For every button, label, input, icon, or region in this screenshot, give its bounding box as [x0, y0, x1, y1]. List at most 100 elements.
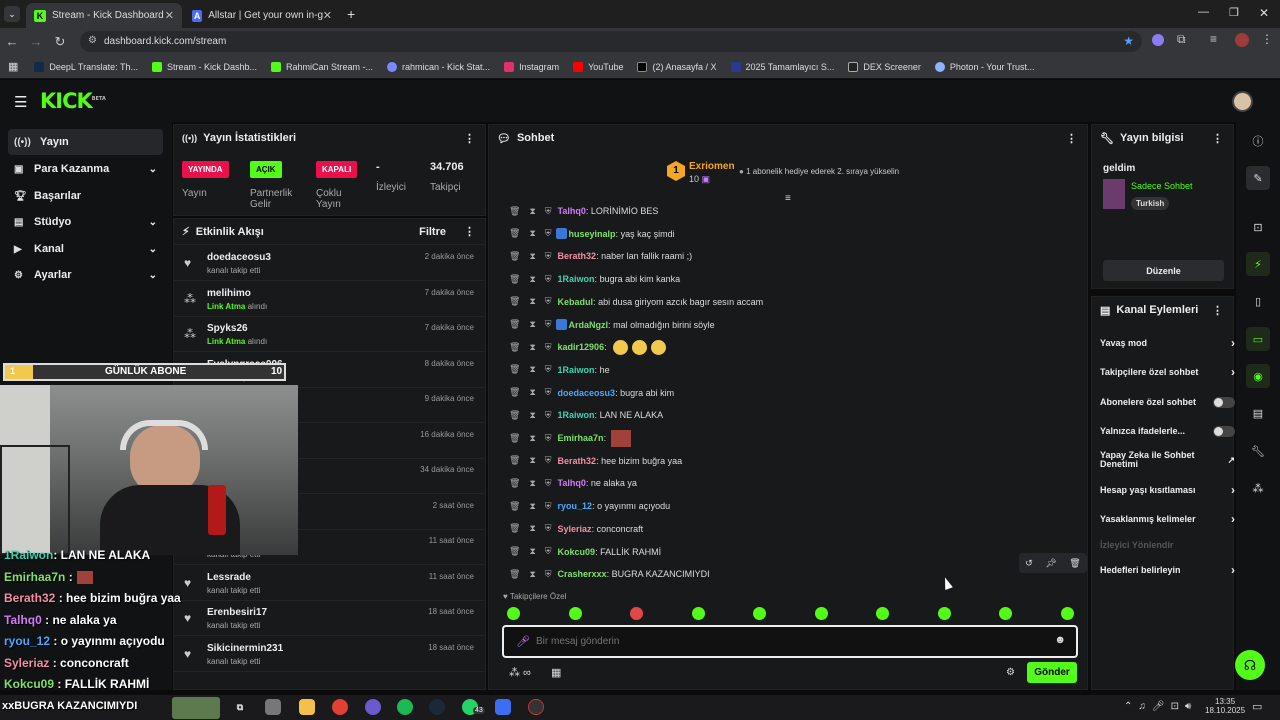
reload-icon[interactable]: ↻	[48, 34, 72, 50]
app-icon[interactable]	[495, 699, 511, 715]
chat-message[interactable]: 🗑︎ ⧗ ⛨ Crasherxxx: BUGRA KAZANCIMIYDI	[509, 564, 710, 584]
screenshot-icon[interactable]: ⊡	[1246, 215, 1270, 239]
sidebar-item-kanal[interactable]: ▶ Kanal ⌄	[8, 236, 163, 262]
quick-emote-icon[interactable]	[814, 607, 828, 620]
bookmark-instagram[interactable]: Instagram	[504, 61, 559, 72]
emotes-only-toggle[interactable]	[1213, 425, 1235, 437]
tab-search-icon[interactable]: ⌄	[4, 6, 20, 22]
chat-username[interactable]: Kebadul	[558, 297, 594, 307]
support-headset-icon[interactable]: ☊	[1235, 650, 1265, 680]
chat-message[interactable]: 🗑︎ ⧗ ⛨ ryou_12: o yayınmı açıyodu	[509, 496, 670, 516]
category-link[interactable]: Sadece Sohbet	[1131, 181, 1193, 191]
chat-message[interactable]: 🗑︎ ⧗ ⛨ Berath32: naber lan fallik raami ;)	[509, 246, 692, 266]
delete-icon[interactable]: 🗑︎	[509, 501, 520, 512]
chat-message[interactable]: 🗑︎ ⧗ ⛨ Talhq0: ne alaka ya	[509, 473, 637, 493]
chat-message[interactable]: 🗑︎ ⧗ ⛨ ArdaNgzl: mal olmadığın birini söyle	[509, 315, 715, 335]
activity-user[interactable]: Erenbesiri17	[207, 607, 267, 618]
notification-icon[interactable]: ▭	[1252, 700, 1262, 713]
chat-username[interactable]: Berath32	[558, 251, 597, 261]
apps-grid-icon[interactable]: ▦	[8, 60, 18, 73]
bookmark-deepl[interactable]: DeepL Translate: Th...	[34, 61, 138, 72]
activity-row[interactable]: ⁂ melihimo Link Atma alındı 7 dakika önce	[174, 282, 484, 317]
timeout-icon[interactable]: ⧗	[529, 523, 535, 534]
bookmark-youtube[interactable]: YouTube	[573, 61, 623, 72]
tab-allstar[interactable]: A Allstar | Get your own in-game ✕	[184, 3, 340, 28]
timeout-icon[interactable]: ⧗	[529, 387, 535, 398]
delete-icon[interactable]: 🗑︎	[509, 523, 520, 534]
timeout-icon[interactable]: ⧗	[529, 569, 535, 580]
timeout-icon[interactable]: ⧗	[529, 546, 535, 557]
lightning-icon[interactable]: ⚡︎	[1246, 252, 1270, 276]
quick-emote-icon[interactable]	[691, 607, 705, 620]
more-options-icon[interactable]: ⋮	[1212, 132, 1223, 145]
timeout-icon[interactable]: ⧗	[529, 478, 535, 489]
bookmark-photon[interactable]: Photon - Your Trust...	[934, 61, 1034, 72]
quick-emote-icon[interactable]	[753, 607, 766, 620]
filter-button[interactable]: Filtre	[419, 226, 446, 238]
chat-message[interactable]: 🗑︎ ⧗ ⛨ Talhq0: LORİNİMİO BES	[509, 201, 658, 221]
delete-icon[interactable]: 🗑︎	[509, 569, 520, 580]
file-explorer-icon[interactable]	[299, 699, 315, 715]
chat-username[interactable]: Talhq0	[558, 478, 586, 488]
profile-avatar-icon[interactable]	[1235, 33, 1249, 47]
delete-icon[interactable]: 🗑︎	[509, 433, 520, 444]
activity-row[interactable]: ♥ Lessrade kanalı takip etti 11 saat önce	[174, 566, 484, 601]
timeout-icon[interactable]: ⧗	[529, 433, 535, 444]
system-tray-icons[interactable]: ⌃♫🎤︎⊡🔊︎	[1124, 701, 1197, 712]
timeout-icon[interactable]: ⧗	[529, 296, 535, 307]
edit-pencil-icon[interactable]: ✎	[1246, 166, 1270, 190]
delete-icon[interactable]: 🗑︎	[509, 455, 520, 466]
more-options-icon[interactable]: ⋮	[464, 225, 475, 238]
delete-icon[interactable]: 🗑︎	[509, 546, 520, 557]
chat-username[interactable]: doedaceosu3	[558, 388, 616, 398]
quick-emote-icon[interactable]	[999, 607, 1012, 620]
chat-message[interactable]: 🗑︎ ⧗ ⛨ Berath32: hee bizim buğra yaa	[509, 451, 682, 471]
chat-message[interactable]: 🗑︎ ⧗ ⛨ 1Raiwon: LAN NE ALAKA	[509, 405, 663, 425]
activity-row[interactable]: ♥ Erenbesiri17 kanalı takip etti 18 saat ön…	[174, 601, 484, 636]
action-banned-words[interactable]: Yasaklanmış kelimeler ›	[1100, 507, 1235, 531]
bookmark-kick-dashboard[interactable]: Stream - Kick Dashb...	[151, 61, 257, 72]
bookmark-x[interactable]: (2) Anasayfa / X	[637, 61, 717, 72]
chat-message[interactable]: 🗑︎ ⧗ ⛨ Emirhaa7n:	[509, 428, 631, 448]
activity-row[interactable]: ⁂ Spyks26 Link Atma alındı 7 dakika önce	[174, 317, 484, 352]
chat-username[interactable]: Berath32	[558, 456, 597, 466]
timeout-icon[interactable]: ⧗	[529, 274, 535, 285]
quick-emote-icon[interactable]	[1060, 607, 1074, 620]
reading-list-icon[interactable]: ≡	[1210, 32, 1217, 46]
activity-row[interactable]: ♥ doedaceosu3 kanalı takip etti 2 dakika ön…	[174, 246, 484, 281]
site-info-icon[interactable]: ⚙	[88, 35, 97, 46]
action-set-goals[interactable]: Hedefleri belirleyin ›	[1100, 558, 1235, 582]
close-window-icon[interactable]: ✕	[1259, 6, 1269, 20]
emoji-icon[interactable]: ☻	[1054, 634, 1066, 646]
restore-icon[interactable]: ❐	[1229, 6, 1239, 19]
chat-username[interactable]: kadir12906	[558, 342, 605, 352]
top-gifter-name[interactable]: Exriomen	[689, 161, 735, 172]
more-menu-icon[interactable]: ⋮	[1261, 32, 1273, 46]
more-options-icon[interactable]: ⋮	[1212, 304, 1223, 317]
delete-icon[interactable]: 🗑︎	[509, 387, 520, 398]
sidebar-item-yayin[interactable]: ((•)) Yayın	[8, 129, 163, 155]
bookmark-tamamlayici[interactable]: 2025 Tamamlayıcı S...	[730, 61, 834, 72]
chat-message-input[interactable]	[536, 634, 1036, 649]
action-account-age[interactable]: Hesap yaşı kısıtlaması ›	[1100, 478, 1235, 502]
chat-username[interactable]: Kokcu09	[558, 547, 596, 557]
chat-username[interactable]: huseyinalp	[569, 229, 616, 239]
delete-icon[interactable]: 🗑︎	[509, 478, 520, 489]
delete-icon[interactable]: 🗑︎	[509, 364, 520, 375]
action-subscribers-only[interactable]: Abonelere özel sohbet	[1100, 390, 1235, 414]
activity-user[interactable]: Spyks26	[207, 323, 248, 334]
microphone-icon[interactable]: 🎤︎	[516, 635, 530, 648]
chat-icon[interactable]: ▭	[1246, 327, 1270, 351]
forward-icon[interactable]: →	[24, 34, 48, 49]
extension-icon[interactable]	[1152, 34, 1164, 46]
bookmark-rahmican-stream[interactable]: RahmiCan Stream -...	[271, 61, 373, 72]
chrome-icon[interactable]	[332, 699, 348, 715]
chat-message[interactable]: 🗑︎ ⧗ ⛨ Syleriaz: conconcraft	[509, 519, 643, 539]
chat-username[interactable]: 1Raiwon	[558, 365, 595, 375]
more-options-icon[interactable]: ⋮	[1066, 132, 1077, 145]
timeout-icon[interactable]: ⧗	[529, 364, 535, 375]
info-icon[interactable]: ⓘ	[1246, 129, 1270, 153]
bookmark-star-icon[interactable]: ★	[1123, 34, 1134, 48]
bookmark-dex-screener[interactable]: DEX Screener	[848, 61, 921, 72]
chat-username[interactable]: Syleriaz	[558, 524, 592, 534]
